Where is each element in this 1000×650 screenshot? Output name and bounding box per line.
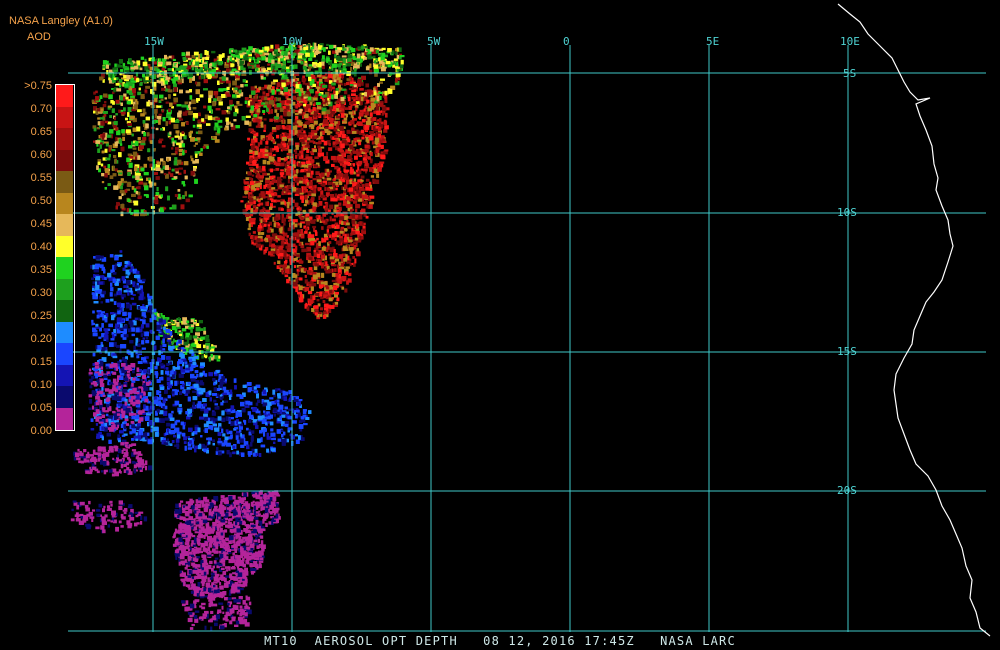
aod-map xyxy=(68,3,991,637)
latitude-label: 10S xyxy=(837,206,857,219)
latitude-label: 15S xyxy=(837,345,857,358)
latitude-label: 20S xyxy=(837,484,857,497)
coastline xyxy=(837,3,991,637)
legend-tick-label: 0.70 xyxy=(30,103,52,115)
legend-tick-label: 0.35 xyxy=(30,264,52,276)
legend-tick-label: 0.15 xyxy=(30,356,52,368)
header-title: NASA Langley (A1.0) xyxy=(9,15,113,27)
legend-tick-label: 0.10 xyxy=(30,379,52,391)
image-caption: MT10 AEROSOL OPT DEPTH 08 12, 2016 17:45… xyxy=(264,634,736,648)
legend-tick-label: 0.55 xyxy=(30,172,52,184)
legend-tick-label: >0.75 xyxy=(24,80,52,92)
latitude-label: 5S xyxy=(843,67,857,80)
longitude-label: 10E xyxy=(840,35,860,48)
legend-tick-label: 0.20 xyxy=(30,333,52,345)
longitude-label: 5W xyxy=(427,35,441,48)
longitude-label: 5E xyxy=(706,35,720,48)
longitude-label: 0 xyxy=(563,35,570,48)
legend-tick-label: 0.45 xyxy=(30,218,52,230)
longitude-label: 10W xyxy=(282,35,302,48)
legend-tick-label: 0.30 xyxy=(30,287,52,299)
legend-tick-label: 0.40 xyxy=(30,241,52,253)
legend-frame xyxy=(55,84,75,431)
legend-tick-label: 0.60 xyxy=(30,149,52,161)
legend-tick-label: 0.00 xyxy=(30,425,52,437)
longitude-label: 15W xyxy=(144,35,164,48)
legend-tick-label: 0.50 xyxy=(30,195,52,207)
legend-tick-label: 0.65 xyxy=(30,126,52,138)
header-parameter: AOD xyxy=(27,31,51,43)
legend-tick-label: 0.05 xyxy=(30,402,52,414)
legend-tick-label: 0.25 xyxy=(30,310,52,322)
